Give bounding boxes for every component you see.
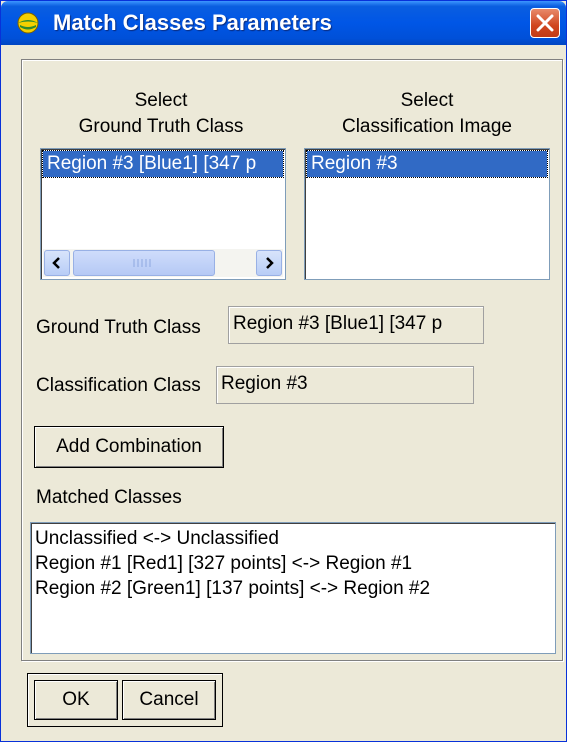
classification-class-label: Classification Class xyxy=(36,375,201,396)
button-bar: OK Cancel xyxy=(27,673,223,727)
ok-button[interactable]: OK xyxy=(34,680,118,720)
list-item[interactable]: Region #1 [Red1] [327 points] <-> Region… xyxy=(35,551,551,576)
ground-truth-list-item[interactable]: Region #3 [Blue1] [347 p xyxy=(42,150,284,178)
window-title: Match Classes Parameters xyxy=(53,10,332,35)
cancel-button[interactable]: Cancel xyxy=(122,680,216,720)
arrow-left-icon xyxy=(52,257,60,269)
close-button[interactable] xyxy=(530,8,560,38)
scroll-thumb[interactable] xyxy=(73,250,215,276)
list-item[interactable]: Unclassified <-> Unclassified xyxy=(35,526,551,551)
list-item[interactable]: Region #2 [Green1] [137 points] <-> Regi… xyxy=(35,576,551,601)
classification-list-header: Select Classification Image xyxy=(304,88,550,140)
app-globe-icon[interactable] xyxy=(17,12,39,34)
title-bar[interactable]: Match Classes Parameters xyxy=(1,1,566,45)
ground-truth-class-field: Region #3 [Blue1] [347 p xyxy=(228,306,484,344)
classification-listbox[interactable]: Region #3 xyxy=(304,148,550,280)
horizontal-scrollbar[interactable] xyxy=(43,249,283,277)
classification-header-line2: Classification Image xyxy=(341,116,513,137)
scroll-left-button[interactable] xyxy=(44,250,70,276)
ground-truth-listbox[interactable]: Region #3 [Blue1] [347 p xyxy=(40,148,286,280)
classification-list-item[interactable]: Region #3 xyxy=(306,150,548,178)
arrow-right-icon xyxy=(266,257,274,269)
add-combination-button[interactable]: Add Combination xyxy=(34,426,224,468)
scroll-right-button[interactable] xyxy=(256,250,282,276)
classification-header-line1: Select xyxy=(400,90,454,111)
matched-classes-label: Matched Classes xyxy=(36,487,182,508)
dialog-body: Select Ground Truth Class Select Classif… xyxy=(21,59,563,661)
grip-icon xyxy=(133,259,151,267)
ground-truth-class-label: Ground Truth Class xyxy=(36,317,201,338)
classification-class-field: Region #3 xyxy=(216,366,474,404)
ground-truth-header-line2: Ground Truth Class xyxy=(78,116,244,137)
ground-truth-list-header: Select Ground Truth Class xyxy=(36,88,286,140)
matched-classes-listbox[interactable]: Unclassified <-> Unclassified Region #1 … xyxy=(30,522,556,654)
close-x-icon xyxy=(536,14,554,32)
dialog-window: Match Classes Parameters Select Ground T… xyxy=(0,0,567,742)
ground-truth-header-line1: Select xyxy=(134,90,188,111)
